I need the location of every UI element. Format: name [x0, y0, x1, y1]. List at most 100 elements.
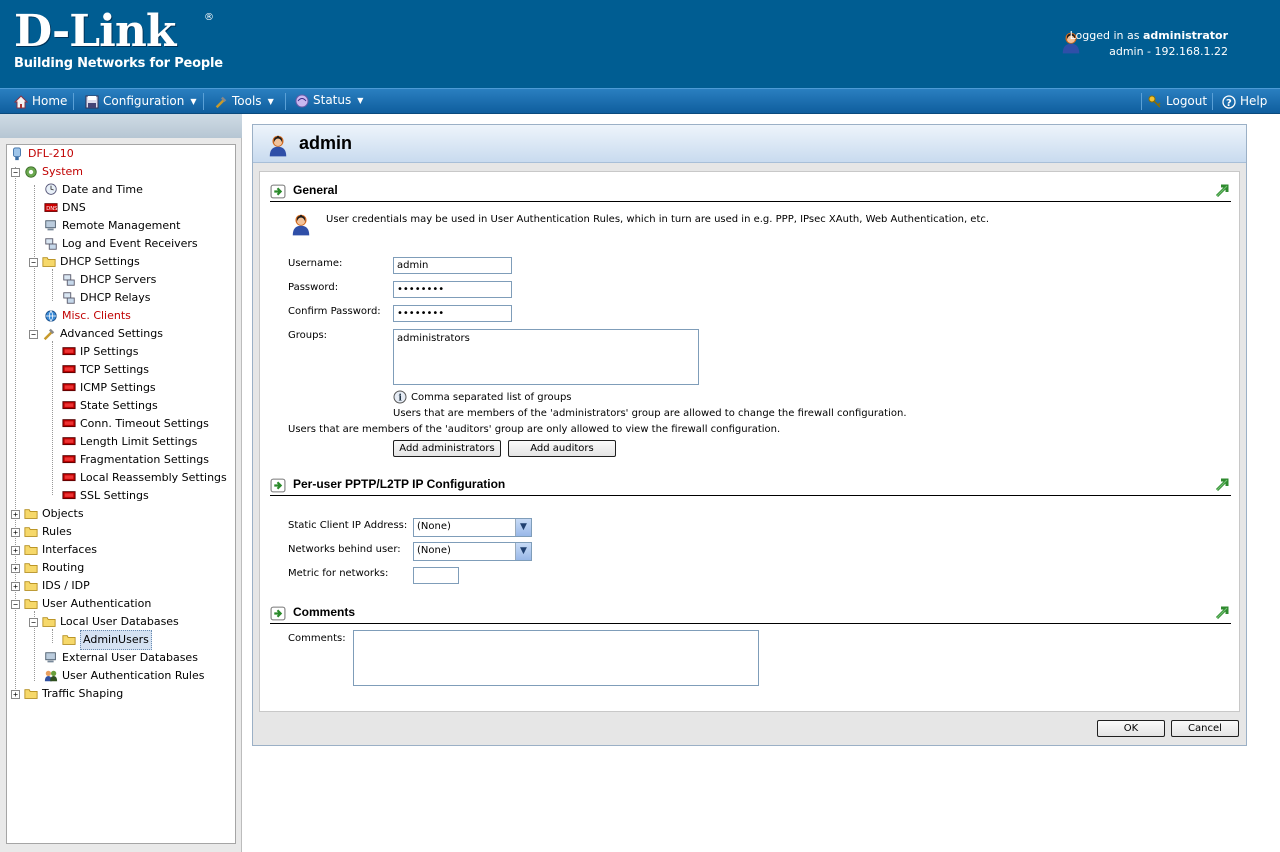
tree-item-icmp-settings[interactable]: ICMP Settings [61, 379, 156, 397]
tree-item-local-user-databases[interactable]: − Local User Databases [29, 613, 179, 631]
main-menu-bar: Home Configuration ▼ Tools ▼ Status ▼ Logou… [0, 88, 1280, 114]
comments-textarea[interactable] [353, 630, 759, 686]
expand-toggle[interactable]: + [11, 689, 20, 699]
tree-item-rules[interactable]: + Rules [11, 523, 72, 541]
add-administrators-button[interactable]: Add administrators [393, 440, 501, 457]
logo-registered-mark: ® [204, 12, 214, 23]
collapse-toggle[interactable]: − [29, 257, 38, 267]
logged-in-user: administrator [1142, 29, 1228, 42]
tree-item-dhcp-servers[interactable]: DHCP Servers [61, 271, 156, 289]
collapse-toggle[interactable]: − [29, 617, 38, 627]
help-icon: ? [1222, 94, 1236, 109]
tree-item-length-limit-settings[interactable]: Length Limit Settings [61, 433, 197, 451]
expand-toggle[interactable]: + [11, 545, 20, 555]
tree-item-admin-users[interactable]: AdminUsers [61, 630, 152, 650]
menu-status[interactable]: Status ▼ [295, 88, 363, 113]
tree-item-user-auth-rules[interactable]: User Authentication Rules [43, 667, 205, 685]
menu-configuration[interactable]: Configuration ▼ [85, 89, 197, 114]
tree-item-local-reassembly-settings[interactable]: Local Reassembly Settings [61, 469, 227, 487]
tree-item-tcp-settings[interactable]: TCP Settings [61, 361, 149, 379]
key-icon [1148, 95, 1161, 108]
tree-item-log-receivers[interactable]: Log and Event Receivers [43, 235, 198, 253]
save-disk-icon [85, 95, 99, 108]
tools-icon [43, 328, 55, 341]
collapse-toggle[interactable]: − [11, 599, 20, 609]
cancel-button[interactable]: Cancel [1171, 720, 1239, 737]
navigation-tree: DFL-210 − System Date and Time DNS Remot… [6, 144, 236, 844]
tree-connector [52, 629, 53, 643]
ok-button[interactable]: OK [1097, 720, 1165, 737]
tree-item-interfaces[interactable]: + Interfaces [11, 541, 97, 559]
section-pptp-title: Per-user PPTP/L2TP IP Configuration [293, 477, 506, 491]
settings-tag-icon [62, 437, 76, 446]
tree-item-dhcp-settings[interactable]: − DHCP Settings [29, 253, 140, 271]
tree-item-system[interactable]: − System [11, 163, 83, 181]
tree-item-misc-clients[interactable]: Misc. Clients [43, 307, 131, 325]
traffic-folder-icon [24, 689, 38, 699]
collapse-arrow-icon[interactable] [1215, 606, 1229, 620]
status-icon [295, 94, 309, 107]
collapse-toggle[interactable]: − [29, 329, 38, 339]
tree-item-user-authentication[interactable]: − User Authentication [11, 595, 151, 613]
collapse-toggle[interactable]: − [11, 167, 20, 177]
device-icon [13, 147, 21, 161]
routing-folder-icon [24, 563, 38, 573]
logged-in-info: Logged in as administrator [1069, 29, 1228, 42]
section-comments-header: Comments [270, 604, 1231, 624]
section-arrow-icon [270, 606, 286, 621]
tree-item-external-user-databases[interactable]: External User Databases [43, 649, 198, 667]
tree-item-fragmentation-settings[interactable]: Fragmentation Settings [61, 451, 209, 469]
rules-folder-icon [24, 527, 38, 537]
collapse-arrow-icon[interactable] [1215, 478, 1229, 492]
tree-item-objects[interactable]: + Objects [11, 505, 84, 523]
tree-item-dfl-210[interactable]: DFL-210 [9, 145, 74, 163]
menu-separator [203, 93, 204, 110]
tree-item-date-time[interactable]: Date and Time [43, 181, 143, 199]
computer-icon [45, 220, 56, 231]
tree-item-advanced-settings[interactable]: − Advanced Settings [29, 325, 163, 343]
menu-logout[interactable]: Logout [1148, 89, 1207, 114]
globe-icon [45, 310, 57, 322]
menu-tools[interactable]: Tools ▼ [214, 89, 274, 114]
tree-item-dns[interactable]: DNS [43, 199, 86, 217]
expand-toggle[interactable]: + [11, 527, 20, 537]
groups-label: Groups: [288, 330, 328, 341]
interfaces-folder-icon [24, 545, 38, 555]
static-ip-select[interactable]: (None) ▼ [413, 518, 532, 537]
tree-item-traffic-shaping[interactable]: + Traffic Shaping [11, 685, 123, 703]
clock-icon [45, 183, 57, 195]
collapse-arrow-icon[interactable] [1215, 184, 1229, 198]
menu-home[interactable]: Home [14, 89, 67, 114]
tree-item-conn-timeout-settings[interactable]: Conn. Timeout Settings [61, 415, 209, 433]
tree-item-ssl-settings[interactable]: SSL Settings [61, 487, 149, 505]
chevron-down-icon[interactable]: ▼ [515, 543, 531, 560]
metric-label: Metric for networks: [288, 568, 389, 579]
password-input[interactable] [393, 281, 512, 298]
ids-folder-icon [24, 581, 38, 591]
menu-separator [1212, 93, 1213, 110]
expand-toggle[interactable]: + [11, 509, 20, 519]
tree-item-remote-management[interactable]: Remote Management [43, 217, 180, 235]
groups-textarea[interactable]: administrators [393, 329, 699, 385]
logo-tagline: Building Networks for People [14, 56, 223, 71]
add-auditors-button[interactable]: Add auditors [508, 440, 616, 457]
expand-toggle[interactable]: + [11, 563, 20, 573]
confirm-password-input[interactable] [393, 305, 512, 322]
users-icon [44, 670, 58, 682]
username-input[interactable] [393, 257, 512, 274]
metric-input[interactable] [413, 567, 459, 584]
dns-icon [44, 203, 59, 213]
expand-toggle[interactable]: + [11, 581, 20, 591]
tree-item-state-settings[interactable]: State Settings [61, 397, 158, 415]
tree-item-routing[interactable]: + Routing [11, 559, 84, 577]
menu-help[interactable]: ? Help [1222, 89, 1267, 114]
relay-icon [63, 292, 75, 304]
networks-behind-user-select[interactable]: (None) ▼ [413, 542, 532, 561]
session-info: admin - 192.168.1.22 [1109, 45, 1228, 58]
tree-connector [52, 341, 53, 495]
tree-item-ip-settings[interactable]: IP Settings [61, 343, 139, 361]
tree-item-dhcp-relays[interactable]: DHCP Relays [61, 289, 151, 307]
server-icon [63, 274, 75, 286]
tree-item-ids-idp[interactable]: + IDS / IDP [11, 577, 90, 595]
chevron-down-icon[interactable]: ▼ [515, 519, 531, 536]
